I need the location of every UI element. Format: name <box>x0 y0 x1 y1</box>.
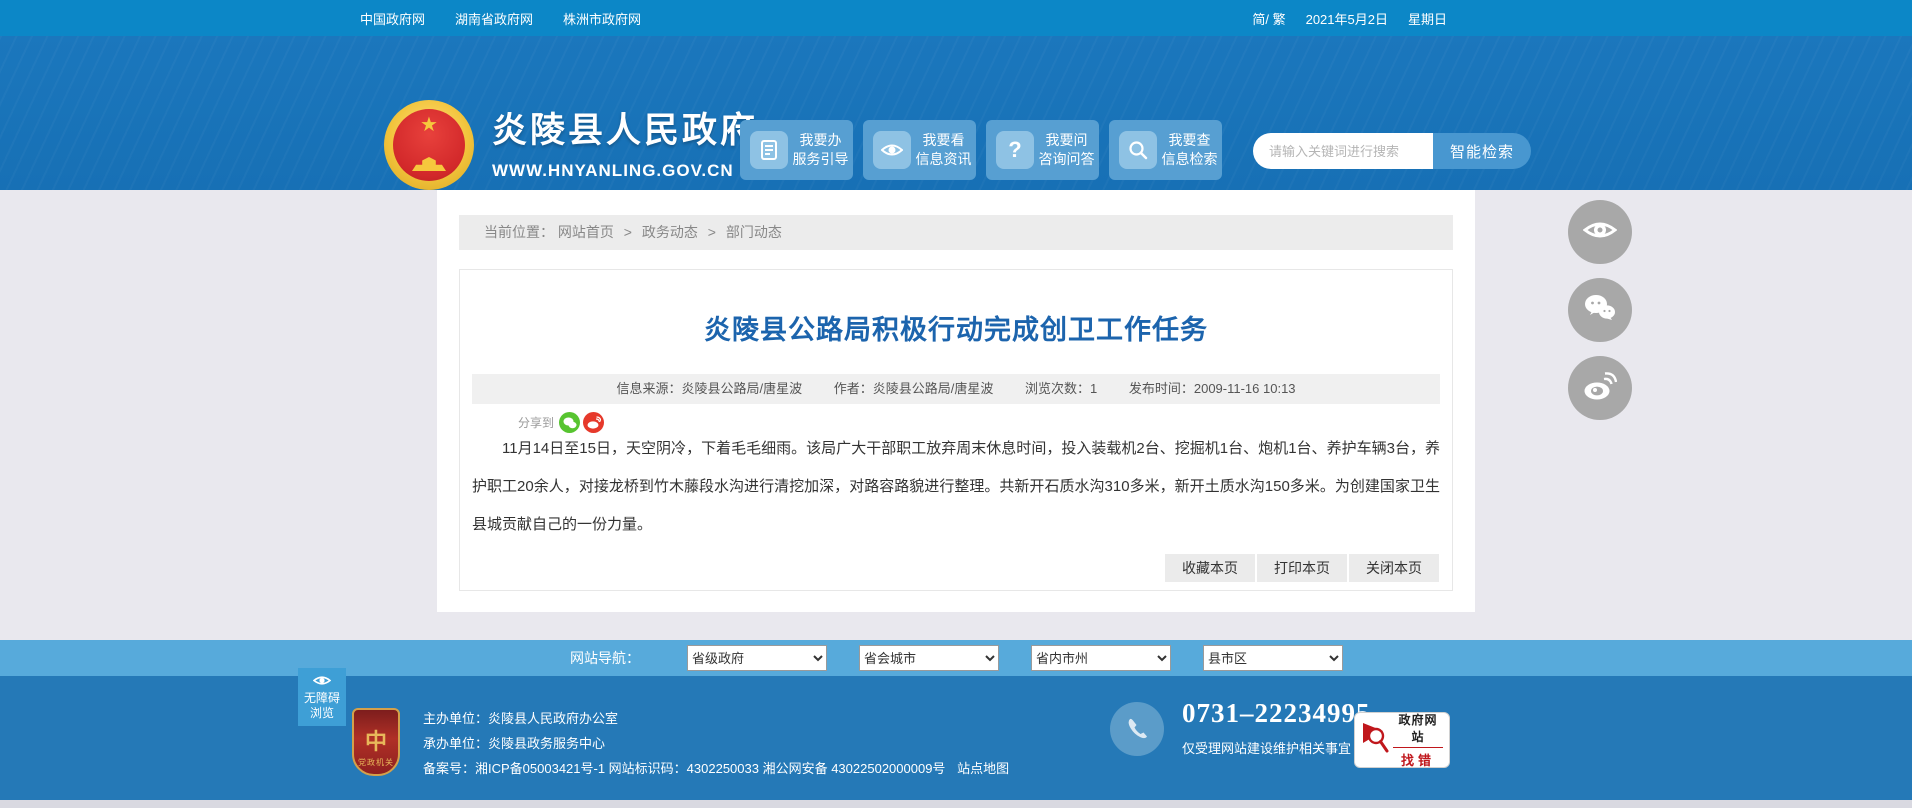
icp-line: 备案号：湘ICP备05003421号-1 网站标识码：4302250033 湘公… <box>423 756 1009 781</box>
search-box: 智能检索 <box>1253 133 1531 169</box>
weibo-share-icon[interactable] <box>583 412 605 433</box>
select-counties[interactable]: 县市区 <box>1203 645 1343 671</box>
link-zhuzhou-gov[interactable]: 株洲市政府网 <box>563 9 641 28</box>
undertake-line: 承办单位：炎陵县政务服务中心 <box>423 736 606 751</box>
emblem-star-icon: ★ <box>420 114 438 136</box>
wechat-icon <box>1584 294 1616 327</box>
article-body: 11月14日至15日，天空阴冷，下着毛毛细雨。该局广大干部职工放弃周末休息时间，… <box>472 440 1440 533</box>
breadcrumb-bumen[interactable]: 部门动态 <box>726 224 782 240</box>
current-date: 2021年5月2日 <box>1305 11 1388 27</box>
search-icon <box>1119 131 1157 169</box>
article-title: 炎陵县公路局积极行动完成创卫工作任务 <box>704 315 1208 345</box>
search-input[interactable] <box>1253 133 1433 169</box>
print-page-button[interactable]: 打印本页 <box>1257 554 1347 582</box>
article-meta: 信息来源：炎陵县公路局/唐星波 作者：炎陵县公路局/唐星波 浏览次数：1 发布时… <box>472 374 1440 404</box>
footnav-label: 网站导航： <box>570 650 640 666</box>
shield-label: 党政机关 <box>358 758 394 767</box>
a11y-label-line1: 无障碍 <box>303 690 340 705</box>
error-badge-line1: 政府网站 <box>1393 711 1443 748</box>
service-phone-number: 0731–22234995 <box>1182 698 1371 728</box>
header: ★ 炎陵县人民政府 WWW.HNYANLING.GOV.CN 我要办服务引导 <box>0 36 1912 190</box>
service-label: 我要办 服务引导 <box>792 132 849 167</box>
link-china-gov[interactable]: 中国政府网 <box>360 9 425 28</box>
breadcrumb-separator: > <box>623 224 632 240</box>
eye-icon <box>312 674 332 691</box>
sitemap-link[interactable]: 站点地图 <box>957 761 1009 776</box>
service-buttons: 我要办 服务引导 我要看 信息资讯 ? 我要问 咨询问答 我要查 信息检索 <box>740 120 1222 180</box>
bookmark-page-button[interactable]: 收藏本页 <box>1165 554 1255 582</box>
undertake-unit: 炎陵县政务服务中心 <box>488 736 606 751</box>
meta-pubtime: 2009-11-16 10:13 <box>1193 381 1296 396</box>
breadcrumb-separator: > <box>707 224 716 240</box>
shield-emblem-icon: 中 <box>364 729 387 754</box>
breadcrumb-zhengwu[interactable]: 政务动态 <box>642 224 698 240</box>
phone-icon <box>1110 702 1164 756</box>
breadcrumb-home[interactable]: 网站首页 <box>558 224 614 240</box>
service-button-cha[interactable]: 我要查 信息检索 <box>1109 120 1222 180</box>
weibo-icon <box>1583 371 1618 406</box>
error-find-icon <box>1361 721 1389 760</box>
article-actions: 收藏本页 打印本页 关闭本页 <box>1165 554 1439 582</box>
site-title: 炎陵县人民政府 <box>492 111 759 150</box>
host-unit: 炎陵县人民政府办公室 <box>488 711 619 726</box>
gov-site-error-report-badge[interactable]: 政府网站 找错 <box>1354 712 1450 768</box>
meta-author: 炎陵县公路局/唐星波 <box>872 381 994 396</box>
meta-source: 炎陵县公路局/唐星波 <box>681 381 803 396</box>
page-bottom-strip <box>0 800 1912 808</box>
topbar: 中国政府网 湖南省政府网 株洲市政府网 简/ 繁 2021年5月2日 星期日 <box>0 0 1912 36</box>
topbar-right: 简/ 繁 2021年5月2日 星期日 <box>1252 9 1447 28</box>
footer-nav-band: 网站导航： 省级政府 省会城市 省内市州 县市区 <box>0 640 1912 676</box>
select-provincial-gov[interactable]: 省级政府 <box>687 645 827 671</box>
icp-text: 备案号：湘ICP备05003421号-1 网站标识码：4302250033 湘公… <box>423 761 946 776</box>
wechat-share-icon[interactable] <box>559 412 581 433</box>
meta-views: 1 <box>1089 381 1098 396</box>
service-label: 我要查 信息检索 <box>1161 132 1218 167</box>
service-button-wen[interactable]: ? 我要问 咨询问答 <box>986 120 1099 180</box>
phone-note: 仅受理网站建设维护相关事宜 <box>1182 741 1352 756</box>
emblem-gate-icon <box>412 157 446 171</box>
smart-search-button[interactable]: 智能检索 <box>1433 133 1531 169</box>
select-capital-cities[interactable]: 省会城市 <box>859 645 999 671</box>
party-gov-badge[interactable]: 中 党政机关 <box>352 708 400 776</box>
document-icon <box>750 131 788 169</box>
question-icon: ? <box>996 131 1034 169</box>
service-label: 我要问 咨询问答 <box>1038 132 1095 167</box>
eye-icon <box>1582 217 1618 248</box>
current-weekday: 星期日 <box>1407 11 1447 27</box>
eye-icon <box>873 131 911 169</box>
footer-info: 主办单位：炎陵县人民政府办公室 承办单位：炎陵县政务服务中心 备案号：湘ICP备… <box>423 706 1009 781</box>
float-toolbar <box>1568 200 1632 434</box>
wechat-share-button[interactable] <box>1568 278 1632 342</box>
national-emblem-logo: ★ <box>384 100 474 190</box>
select-province-cities[interactable]: 省内市州 <box>1031 645 1171 671</box>
link-hunan-gov[interactable]: 湖南省政府网 <box>455 9 533 28</box>
accessibility-browse-button[interactable]: 无障碍 浏览 <box>298 668 346 726</box>
share-row: 分享到 <box>518 412 605 433</box>
page: 中国政府网 湖南省政府网 株洲市政府网 简/ 繁 2021年5月2日 星期日 ★… <box>0 0 1912 808</box>
article-card: 炎陵县公路局积极行动完成创卫工作任务 信息来源：炎陵县公路局/唐星波 作者：炎陵… <box>459 269 1453 591</box>
service-label: 我要看 信息资讯 <box>915 132 972 167</box>
site-url: WWW.HNYANLING.GOV.CN <box>492 161 734 180</box>
footer: 无障碍 浏览 中 党政机关 主办单位：炎陵县人民政府办公室 承办单位：炎陵县政务… <box>0 668 1912 800</box>
breadcrumb-label: 当前位置： <box>484 224 554 240</box>
main-content: 当前位置： 网站首页 > 政务动态 > 部门动态 炎陵县公路局积极行动完成创卫工… <box>437 190 1475 612</box>
a11y-label-line2: 浏览 <box>309 705 334 720</box>
error-badge-line2: 找错 <box>1400 753 1435 768</box>
share-label: 分享到 <box>518 416 555 430</box>
breadcrumb: 当前位置： 网站首页 > 政务动态 > 部门动态 <box>459 215 1453 250</box>
weibo-share-button[interactable] <box>1568 356 1632 420</box>
lang-switch[interactable]: 简/ 繁 <box>1252 9 1285 28</box>
accessibility-eye-button[interactable] <box>1568 200 1632 264</box>
service-button-kan[interactable]: 我要看 信息资讯 <box>863 120 976 180</box>
close-page-button[interactable]: 关闭本页 <box>1349 554 1439 582</box>
host-line: 主办单位：炎陵县人民政府办公室 <box>423 711 619 726</box>
service-button-banshi[interactable]: 我要办 服务引导 <box>740 120 853 180</box>
topbar-links: 中国政府网 湖南省政府网 株洲市政府网 <box>360 9 641 28</box>
